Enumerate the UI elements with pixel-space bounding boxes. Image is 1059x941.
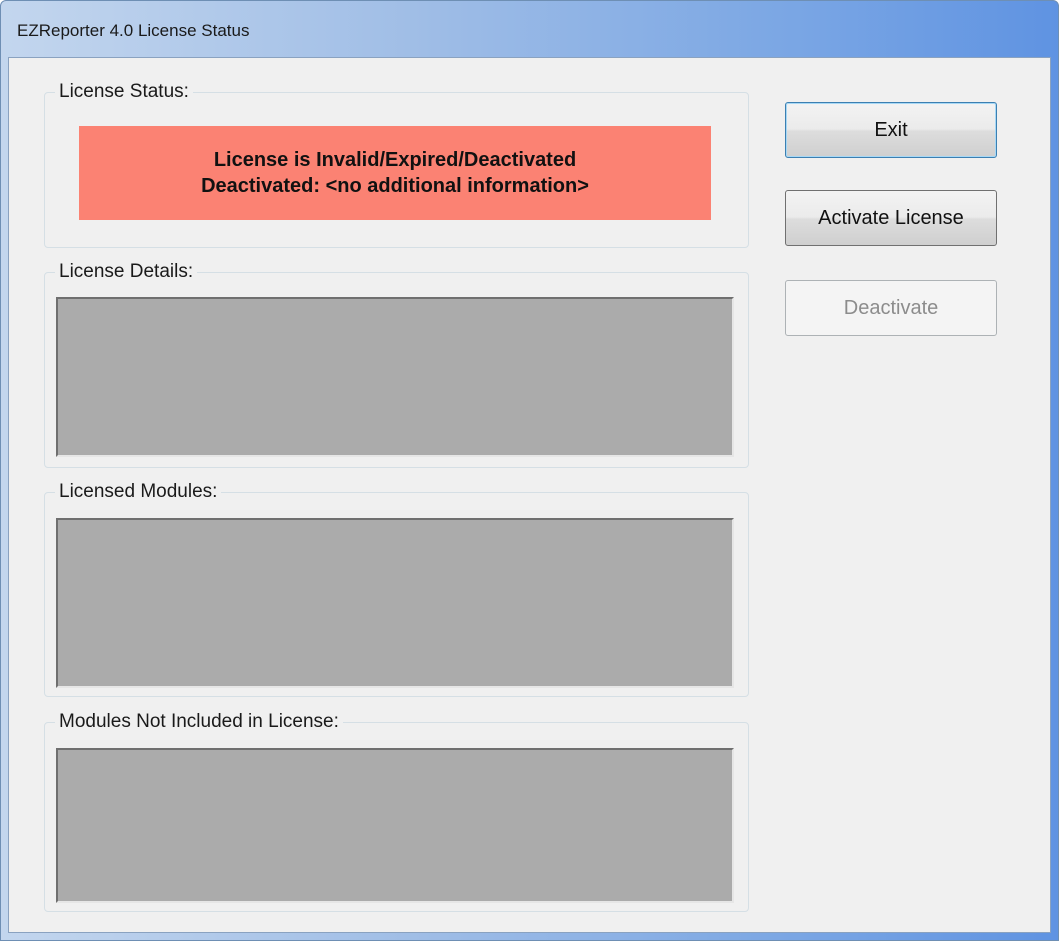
activate-license-button[interactable]: Activate License	[785, 190, 997, 246]
license-status-group: License Status: License is Invalid/Expir…	[44, 81, 749, 248]
license-status-banner: License is Invalid/Expired/Deactivated D…	[79, 126, 711, 220]
title-bar[interactable]: EZReporter 4.0 License Status	[1, 1, 1058, 57]
licensed-modules-label: Licensed Modules:	[55, 481, 222, 503]
window-title: EZReporter 4.0 License Status	[17, 21, 250, 40]
license-details-label: License Details:	[55, 261, 198, 283]
license-status-window: EZReporter 4.0 License Status License St…	[0, 0, 1059, 941]
license-status-line-2: Deactivated: <no additional information>	[201, 175, 589, 197]
deactivate-button[interactable]: Deactivate	[785, 280, 997, 336]
license-status-label: License Status:	[55, 81, 193, 103]
license-details-group: License Details:	[44, 261, 749, 468]
dialog-client-area: License Status: License is Invalid/Expir…	[8, 57, 1051, 933]
modules-not-included-label: Modules Not Included in License:	[55, 711, 343, 733]
license-details-list[interactable]	[56, 297, 734, 457]
exit-button[interactable]: Exit	[785, 102, 997, 158]
licensed-modules-group: Licensed Modules:	[44, 481, 749, 697]
modules-not-included-group: Modules Not Included in License:	[44, 711, 749, 912]
modules-not-included-list[interactable]	[56, 748, 734, 903]
licensed-modules-list[interactable]	[56, 518, 734, 688]
license-status-line-1: License is Invalid/Expired/Deactivated	[213, 149, 577, 171]
